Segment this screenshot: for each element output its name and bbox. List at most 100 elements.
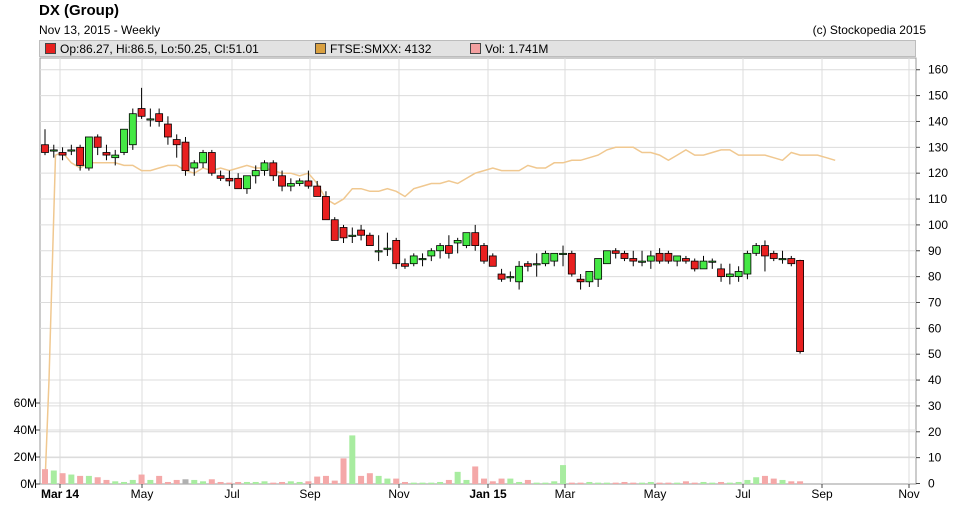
volume-bar <box>735 481 742 484</box>
candle-body <box>611 250 620 254</box>
candle-body <box>673 255 682 262</box>
candle-body <box>409 255 418 265</box>
time-tick-label: Mar 14 <box>41 487 79 501</box>
candle-body <box>58 152 67 156</box>
candle-body <box>418 258 427 261</box>
candle-body <box>234 177 243 190</box>
candlestick <box>181 136 190 176</box>
volume-bar <box>129 479 136 484</box>
price-tick-label: 10 <box>928 451 942 465</box>
candle-body <box>365 234 374 246</box>
volume-bar <box>656 482 663 484</box>
time-tick-label: Jan 15 <box>469 487 507 501</box>
candlestick <box>603 250 611 265</box>
volume-bar <box>718 481 725 484</box>
candle-body <box>462 232 471 246</box>
volume-bar <box>726 482 733 484</box>
volume-bar <box>42 469 48 484</box>
price-tick-label: 130 <box>928 140 948 154</box>
price-tick-label: 60 <box>928 321 942 335</box>
volume-bar <box>560 465 567 484</box>
candle-body <box>339 227 348 239</box>
volume-bar <box>50 470 57 484</box>
volume-bar <box>322 475 329 484</box>
candle-body <box>752 245 761 254</box>
volume-bar <box>489 481 496 484</box>
candlestick <box>462 232 471 249</box>
time-tick-label: Sep <box>811 487 833 501</box>
candle-body <box>304 180 313 187</box>
volume-bar <box>568 482 575 484</box>
candle-body <box>655 252 664 262</box>
candle-body <box>682 258 690 262</box>
price-tick-label: 110 <box>928 192 947 206</box>
candle-body <box>559 252 567 255</box>
candle-body <box>41 144 49 153</box>
volume-bar <box>235 481 242 484</box>
candle-body <box>541 252 550 265</box>
candle-body <box>322 196 330 221</box>
volume-bar <box>524 479 531 484</box>
volume-bar <box>472 466 479 484</box>
price-tick-label: 80 <box>928 270 942 284</box>
volume-bar <box>393 478 400 484</box>
candle-body <box>392 240 401 265</box>
volume-bar <box>586 481 593 484</box>
volume-tick-label: 20M <box>14 450 37 464</box>
grid-lines <box>39 57 917 485</box>
candle-body <box>137 108 146 117</box>
candle-body <box>444 245 453 254</box>
candle-body <box>111 154 120 159</box>
candle-body <box>629 258 638 262</box>
volume-bar <box>770 478 777 484</box>
candle-body <box>480 245 488 262</box>
candle-body <box>576 278 585 283</box>
candle-body <box>120 128 128 153</box>
price-tick-label: 0 <box>928 477 935 491</box>
price-tick-label: 120 <box>928 166 948 180</box>
volume-bar <box>463 479 470 484</box>
candle-body <box>102 152 111 156</box>
volume-bar <box>296 481 303 484</box>
volume-bar <box>103 479 110 484</box>
candle-body <box>488 255 497 267</box>
candle-body <box>286 183 295 187</box>
candle-body <box>524 263 532 267</box>
time-tick-label: Mar <box>555 487 576 501</box>
volume-bar <box>59 473 66 484</box>
volume-bar <box>279 481 286 484</box>
volume-bar <box>261 481 268 484</box>
volume-bar <box>445 479 452 484</box>
volume-bar <box>674 482 681 484</box>
candle-body <box>269 162 278 177</box>
candle-body <box>620 252 629 259</box>
candlestick <box>85 136 93 171</box>
volume-bar <box>287 481 294 484</box>
volume-bar <box>164 481 171 484</box>
candle-body <box>67 149 76 152</box>
candle-body <box>146 118 155 121</box>
candlestick <box>128 108 137 150</box>
volume-bar <box>243 481 250 484</box>
price-tick-label: 140 <box>928 114 948 128</box>
price-tick-label: 90 <box>928 244 942 258</box>
time-tick-label: May <box>644 487 667 501</box>
candle-body <box>690 260 699 270</box>
price-tick-label: 150 <box>928 89 948 103</box>
candle-body <box>532 263 541 266</box>
candle-body <box>453 240 462 244</box>
candle-body <box>717 268 725 278</box>
candle-body <box>638 260 646 263</box>
candle-body <box>374 250 383 253</box>
candle-body <box>330 219 339 241</box>
volume-bar <box>542 482 549 484</box>
volume-bar <box>375 475 382 484</box>
candle-body <box>787 258 796 265</box>
volume-bar <box>647 481 654 484</box>
chart-page: { "header": { "title": "DX (Group)", "su… <box>0 0 968 520</box>
candle-body <box>357 229 365 236</box>
candle-body <box>76 146 85 166</box>
time-tick-label: Nov <box>898 487 919 501</box>
volume-bar <box>630 482 637 484</box>
candle-body <box>216 175 225 179</box>
